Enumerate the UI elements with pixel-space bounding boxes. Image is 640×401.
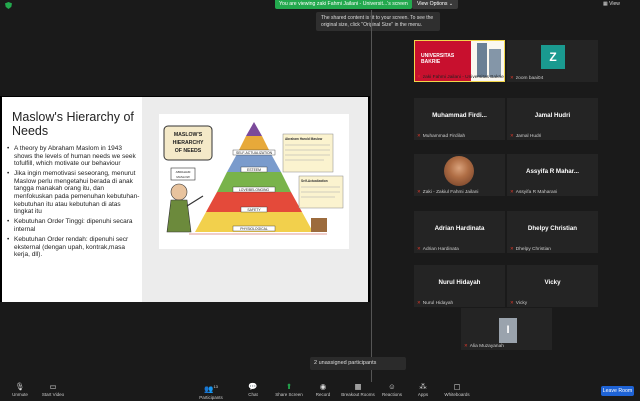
- top-bar: You are viewing zaki Fahmi Jailani - Uni…: [0, 0, 640, 10]
- shared-screen: Maslow's Hierarchy of Needs A theory by …: [0, 96, 370, 302]
- level-label: PHYSIOLOGICAL: [240, 227, 268, 231]
- mic-muted-icon: ✕: [510, 133, 514, 138]
- leave-room-button[interactable]: Leave Room: [601, 386, 634, 396]
- participant-name: ✕ Dhelpy Christian: [510, 246, 551, 252]
- view-label: View: [609, 1, 620, 7]
- avatar: I: [499, 318, 517, 343]
- profile-photo: [444, 156, 474, 186]
- participant-tile[interactable]: Muhammad Firdi... ✕ Muhammad Firdilah: [414, 98, 505, 140]
- toolbar-label: Record: [315, 392, 331, 397]
- mic-muted-icon: ✕: [510, 246, 514, 251]
- participant-name: ✕ Jamal Hudri: [510, 133, 542, 139]
- mic-muted-icon: ✕: [417, 189, 421, 194]
- chat-button[interactable]: 💬 Chat: [233, 382, 273, 400]
- pyramid-title: OF NEEDS: [175, 148, 202, 154]
- slide-image-panel: MASLOW'S HIERARCHY OF NEEDS ABRAHAM MASL…: [142, 97, 368, 302]
- camera-off-icon: ▭: [49, 382, 57, 391]
- participant-name: ✕ Nurul Hidayah: [417, 300, 454, 306]
- participants-icon: 👥13: [204, 384, 218, 394]
- participant-display-name: Jamal Hudri: [534, 112, 571, 119]
- level-label: SAFETY: [247, 208, 261, 212]
- participant-name: ✕ zaki Fahmi Jailani - Universitas Bakrie: [417, 74, 504, 80]
- meeting-toolbar: 🎙 Unmute ▭ Start Video 👥13 Participants …: [0, 382, 640, 400]
- mic-muted-icon: ✕: [510, 300, 514, 305]
- participant-name: ✕ zoom baai04: [510, 75, 544, 81]
- participant-tile[interactable]: Dhelpy Christian ✕ Dhelpy Christian: [507, 211, 598, 253]
- participant-name: ✕ Assyifa R Maharani: [510, 189, 558, 195]
- brand-line: BAKRIE: [421, 59, 441, 65]
- participant-name: ✕ Muhammad Firdilah: [417, 133, 466, 139]
- mic-muted-icon: ✕: [417, 246, 421, 251]
- participants-count: 13: [213, 384, 218, 389]
- building-graphic: [489, 49, 501, 77]
- maslow-illustration: MASLOW'S HIERARCHY OF NEEDS ABRAHAM MASL…: [159, 114, 349, 249]
- building-graphic: [477, 43, 487, 77]
- level-label: SELF-ACTUALIZATION: [236, 151, 273, 155]
- bullet-item: Kebutuhan Order Tinggi: dipenuhi secara …: [6, 218, 141, 233]
- participant-tile[interactable]: Jamal Hudri ✕ Jamal Hudri: [507, 98, 598, 140]
- panel-divider[interactable]: [371, 10, 372, 382]
- mic-muted-icon: ✕: [417, 133, 421, 138]
- shield-icon: [5, 2, 12, 9]
- note-title: Self-Actualization: [301, 179, 328, 183]
- level-label: LOVE/BELONGING: [239, 188, 270, 192]
- participant-tile[interactable]: Vicky ✕ Vicky: [507, 265, 598, 307]
- slide-title: Maslow's Hierarchy of Needs: [12, 110, 134, 138]
- note-title: Abraham Harold Maslow: [285, 137, 323, 141]
- participant-display-name: Assyifa R Mahar...: [526, 168, 579, 175]
- participant-display-name: Muhammad Firdi...: [432, 112, 487, 119]
- whiteboards-button[interactable]: ▢ Whiteboards: [437, 382, 477, 400]
- unassigned-participants-notice[interactable]: 2 unassigned participants: [310, 357, 406, 370]
- view-button[interactable]: ▦ View: [603, 1, 620, 7]
- pyramid-title: MASLOW'S: [174, 132, 203, 138]
- participant-name: ✕ Adrian Hardinata: [417, 246, 459, 252]
- start-video-button[interactable]: ▭ Start Video: [33, 382, 73, 400]
- participant-tile[interactable]: ✕ Zaki - Zakiul Fahmi Jailani: [414, 154, 505, 196]
- viewing-share-banner: You are viewing zaki Fahmi Jailani - Uni…: [275, 0, 412, 9]
- participants-button[interactable]: 👥13 Participants: [191, 382, 231, 400]
- participant-tile[interactable]: Nurul Hidayah ✕ Nurul Hidayah: [414, 265, 505, 307]
- toolbar-label: Start Video: [41, 392, 65, 397]
- participant-name: ✕ Zaki - Zakiul Fahmi Jailani: [417, 189, 479, 195]
- mic-muted-icon: ✕: [510, 75, 514, 80]
- participant-display-name: Nurul Hidayah: [438, 279, 481, 286]
- participant-name: ✕ Vicky: [510, 300, 528, 306]
- record-button[interactable]: ◉ Record: [303, 382, 343, 400]
- chat-icon: 💬: [248, 382, 258, 391]
- participant-display-name: Dhelpy Christian: [527, 225, 578, 232]
- participant-display-name: Vicky: [544, 279, 561, 286]
- level-label: ESTEEM: [247, 168, 261, 172]
- presentation-slide: Maslow's Hierarchy of Needs A theory by …: [2, 97, 368, 302]
- whiteboard-icon: ▢: [453, 382, 461, 391]
- participant-tile[interactable]: UNIVERSITAS BAKRIE ✕ zaki Fahmi Jailani -…: [414, 40, 505, 82]
- record-icon: ◉: [319, 382, 327, 391]
- participant-display-name: Adrian Hardinata: [434, 225, 485, 232]
- fit-screen-tooltip: The shared content is fit to your screen…: [316, 12, 440, 31]
- participant-tile[interactable]: Adrian Hardinata ✕ Adrian Hardinata: [414, 211, 505, 253]
- bullet-item: Kebutuhan Order rendah: dipenuhi secr ek…: [6, 236, 141, 259]
- slide-bullets: A theory by Abraham Maslom in 1943 shows…: [6, 145, 141, 261]
- mic-muted-icon: ✕: [417, 300, 421, 305]
- participant-tile[interactable]: Assyifa R Mahar... ✕ Assyifa R Maharani: [507, 154, 598, 196]
- mic-muted-icon: ✕: [510, 189, 514, 194]
- mic-muted-icon: ✕: [464, 343, 468, 348]
- toolbar-label: Whiteboards: [444, 392, 470, 397]
- mic-muted-icon: ✕: [417, 74, 421, 79]
- participant-name: ✕ Alia Muzayanah: [464, 343, 504, 349]
- pyramid-title: HIERARCHY: [173, 140, 204, 146]
- slide-text-panel: Maslow's Hierarchy of Needs A theory by …: [2, 97, 142, 302]
- name-tag: ABRAHAM: [176, 170, 191, 174]
- toolbar-label: Chat: [248, 392, 258, 397]
- participant-tile[interactable]: Z ✕ zoom baai04: [507, 40, 598, 82]
- avatar: Z: [541, 45, 565, 69]
- bullet-item: Jika ingin memotivasi seseorang, menurut…: [6, 170, 141, 216]
- view-options-button[interactable]: View Options ⌄: [412, 0, 459, 9]
- participant-tile[interactable]: I ✕ Alia Muzayanah: [461, 308, 552, 350]
- name-tag: MASLOW: [176, 175, 190, 179]
- bullet-item: A theory by Abraham Maslom in 1943 shows…: [6, 145, 141, 168]
